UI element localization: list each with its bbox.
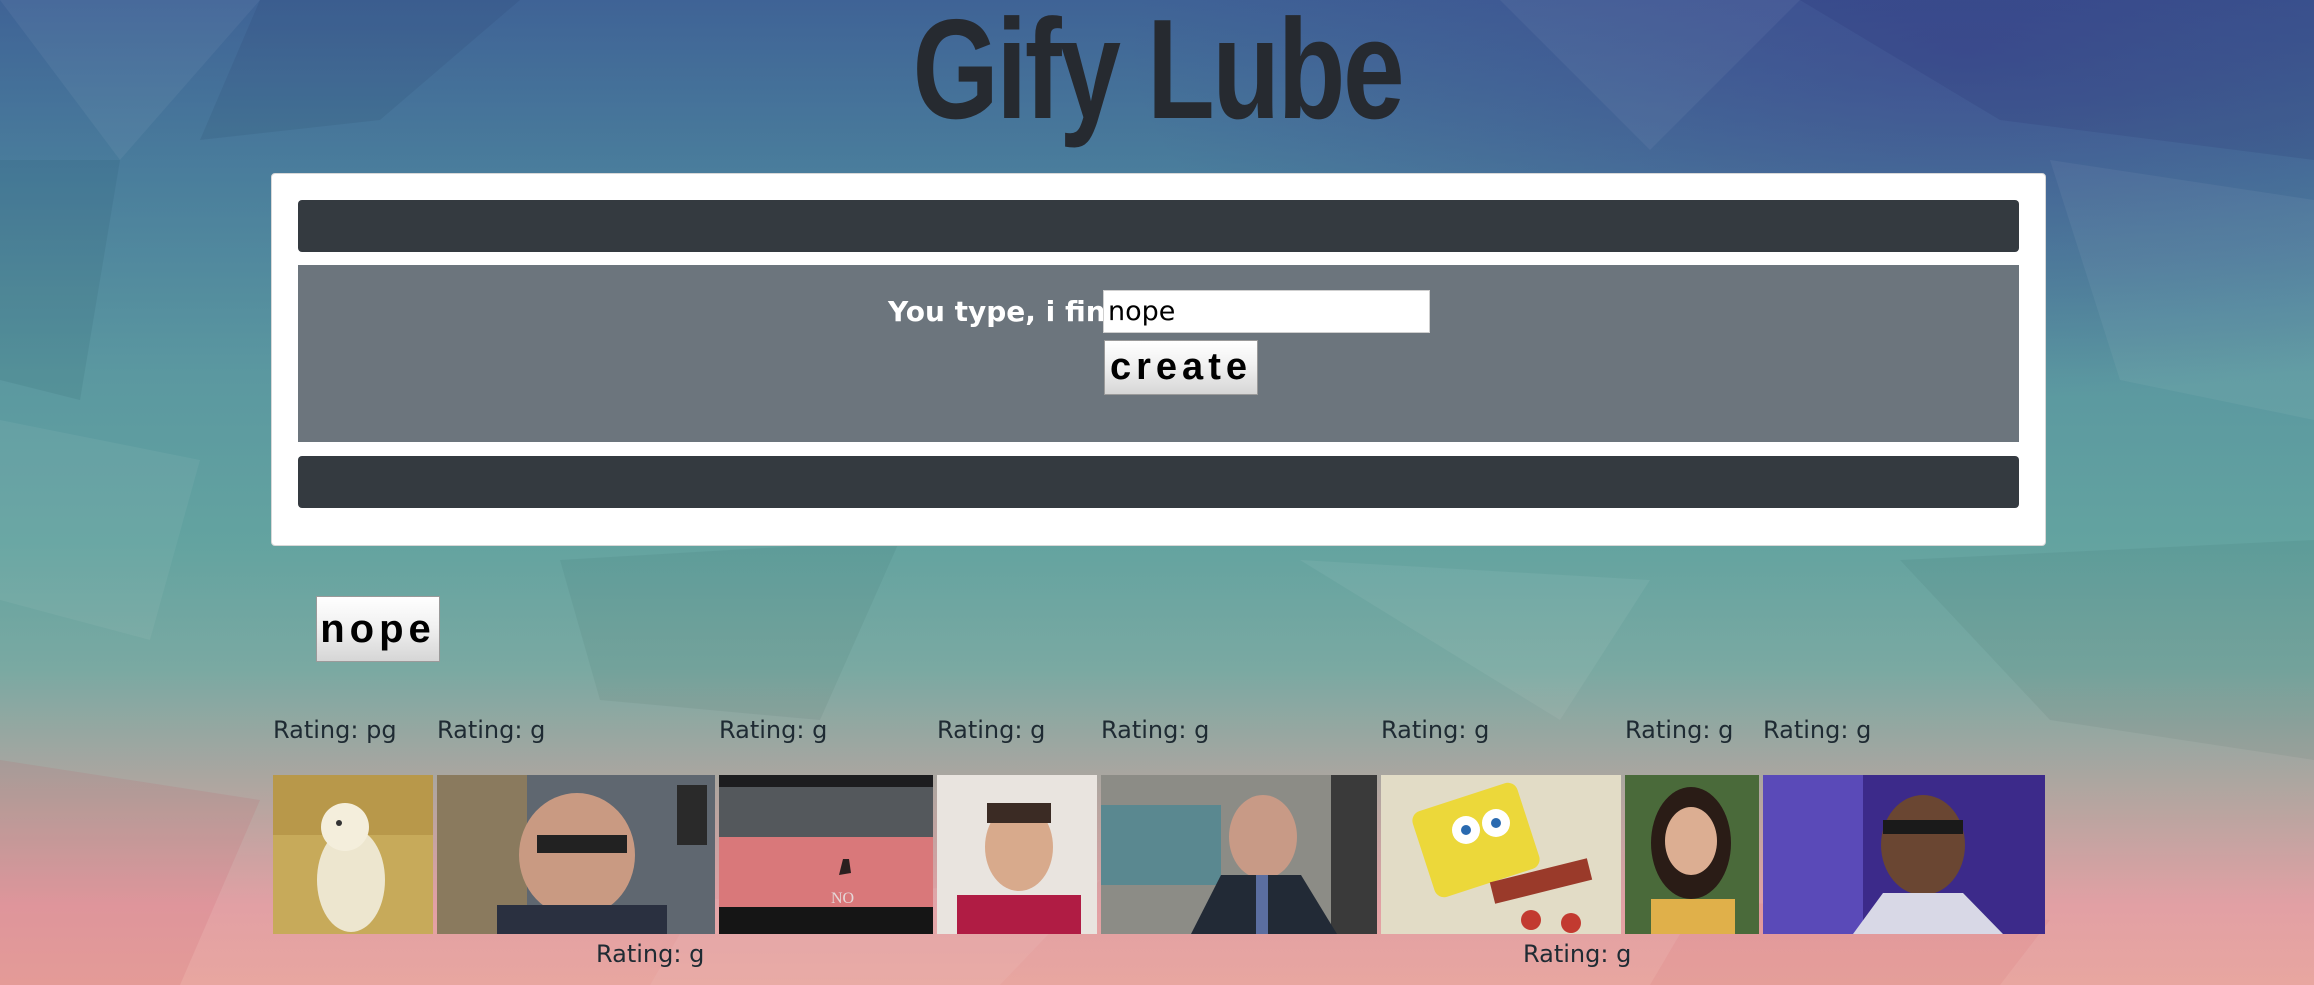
gif-rating: Rating: g [1523, 940, 1632, 968]
gif-rating: Rating: g [1763, 716, 1872, 744]
search-input[interactable] [1103, 290, 1430, 333]
gif-rating: Rating: g [719, 716, 828, 744]
gif-rating: Rating: g [1101, 716, 1210, 744]
gif-rating: Rating: g [596, 940, 705, 968]
svg-text:NO: NO [831, 890, 854, 907]
gif-rating: Rating: g [937, 716, 1046, 744]
gif-image-cockatoo[interactable] [273, 775, 433, 934]
gif-image-spongebob[interactable] [1381, 775, 1621, 934]
app-title: Gify Lube [912, 0, 1405, 149]
topic-button-nope[interactable]: nope [316, 596, 440, 662]
panel-header-bar [298, 200, 2019, 252]
gif-rating: Rating: g [437, 716, 546, 744]
search-form: You type, i find create [298, 265, 2019, 442]
gif-image-man-laughing[interactable] [1763, 775, 2045, 934]
gif-image-man-glasses[interactable] [437, 775, 715, 934]
gif-image-man-suit[interactable] [1101, 775, 1377, 934]
panel-footer-bar [298, 456, 2019, 508]
search-label: You type, i find [888, 295, 1126, 328]
create-button[interactable]: create [1104, 340, 1258, 395]
search-panel: You type, i find create [271, 173, 2046, 546]
gif-image-woman[interactable] [1625, 775, 1759, 934]
gif-rating: Rating: g [1381, 716, 1490, 744]
gif-image-man-hoodie[interactable] [937, 775, 1097, 934]
gif-image-deer-beach[interactable]: NO [719, 775, 933, 934]
gif-rating: Rating: pg [273, 716, 397, 744]
gif-rating: Rating: g [1625, 716, 1734, 744]
